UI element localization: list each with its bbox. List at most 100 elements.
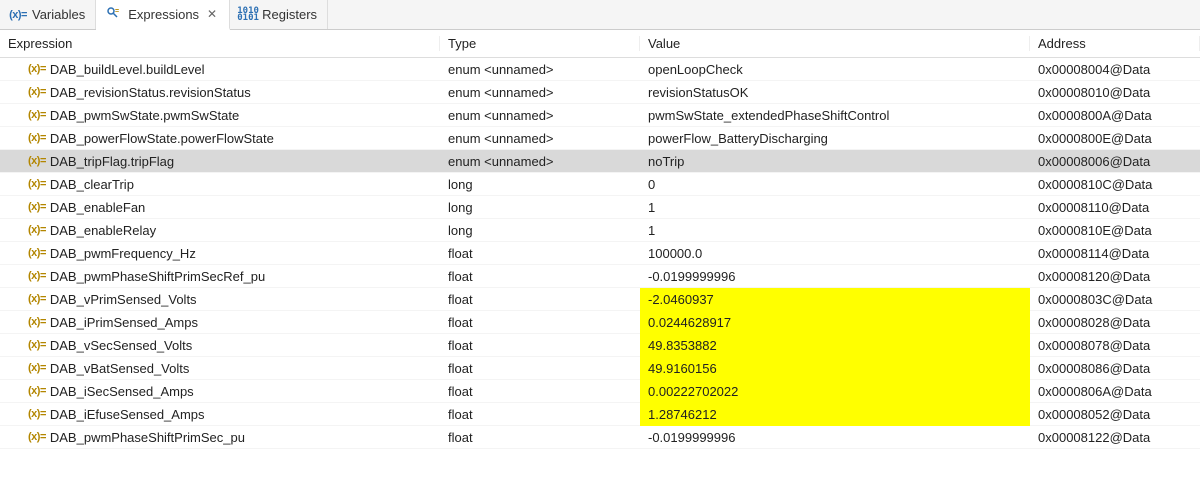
- tab-expressions[interactable]: = Expressions ✕: [96, 0, 230, 30]
- expression-cell: (x)= DAB_vSecSensed_Volts: [0, 338, 440, 353]
- table-row[interactable]: (x)= DAB_vSecSensed_Volts float49.83538820…: [0, 334, 1200, 357]
- table-row[interactable]: (x)= DAB_iSecSensed_Amps float0.0022270202…: [0, 380, 1200, 403]
- variables-icon: (x)=: [10, 7, 26, 23]
- type-cell: float: [440, 384, 640, 399]
- value-cell[interactable]: 0.00222702022: [640, 380, 1030, 403]
- table-row[interactable]: (x)=DAB_pwmSwState.pwmSwStateenum <unnam…: [0, 104, 1200, 127]
- address-cell: 0x00008010@Data: [1030, 85, 1200, 100]
- table-row[interactable]: (x)=DAB_vPrimSensed_Voltsfloat-2.0460937…: [0, 288, 1200, 311]
- type-cell: float: [440, 269, 640, 284]
- value-cell[interactable]: powerFlow_BatteryDischarging: [640, 131, 1030, 146]
- expression-name: DAB_vSecSensed_Volts: [50, 338, 192, 353]
- value-cell[interactable]: revisionStatusOK: [640, 85, 1030, 100]
- expression-cell: (x)=DAB_powerFlowState.powerFlowState: [0, 131, 440, 146]
- address-cell: 0x00008078@Data: [1030, 338, 1200, 353]
- expression-cell: (x)=DAB_pwmFrequency_Hz: [0, 246, 440, 261]
- address-cell: 0x0000806A@Data: [1030, 384, 1200, 399]
- value-cell[interactable]: -0.0199999996: [640, 430, 1030, 445]
- value-text: 0.00222702022: [640, 380, 1030, 403]
- type-cell: long: [440, 200, 640, 215]
- expression-name: DAB_pwmPhaseShiftPrimSec_pu: [50, 430, 245, 445]
- value-cell[interactable]: 100000.0: [640, 246, 1030, 261]
- type-cell: float: [440, 338, 640, 353]
- expression-name: DAB_enableFan: [50, 200, 145, 215]
- value-cell[interactable]: 0: [640, 177, 1030, 192]
- expression-name: DAB_powerFlowState.powerFlowState: [50, 131, 274, 146]
- expression-cell: (x)=DAB_buildLevel.buildLevel: [0, 62, 440, 77]
- value-cell[interactable]: noTrip: [640, 154, 1030, 169]
- expressions-icon: =: [106, 6, 122, 22]
- table-row[interactable]: (x)=DAB_tripFlag.tripFlagenum <unnamed>n…: [0, 150, 1200, 173]
- address-cell: 0x0000803C@Data: [1030, 292, 1200, 307]
- address-cell: 0x0000810C@Data: [1030, 177, 1200, 192]
- value-cell[interactable]: 1: [640, 223, 1030, 238]
- value-text: 1: [640, 200, 663, 215]
- header-type[interactable]: Type: [440, 36, 640, 51]
- table-row[interactable]: (x)=DAB_clearTriplong00x0000810C@Data: [0, 173, 1200, 196]
- table-row[interactable]: (x)=DAB_vBatSensed_Voltsfloat49.91601560…: [0, 357, 1200, 380]
- expression-icon: (x)=: [28, 408, 46, 420]
- table-row[interactable]: (x)=DAB_powerFlowState.powerFlowStateenu…: [0, 127, 1200, 150]
- address-cell: 0x00008110@Data: [1030, 200, 1200, 215]
- table-row[interactable]: (x)=DAB_revisionStatus.revisionStatusenu…: [0, 81, 1200, 104]
- type-cell: enum <unnamed>: [440, 131, 640, 146]
- address-cell: 0x00008114@Data: [1030, 246, 1200, 261]
- table-row[interactable]: (x)=DAB_iEfuseSensed_Ampsfloat1.28746212…: [0, 403, 1200, 426]
- type-cell: float: [440, 407, 640, 422]
- value-cell[interactable]: 1: [640, 200, 1030, 215]
- expression-icon: (x)=: [28, 270, 46, 282]
- tab-variables[interactable]: (x)= Variables: [0, 0, 96, 29]
- value-text: -0.0199999996: [640, 269, 743, 284]
- expression-name: DAB_iPrimSensed_Amps: [50, 315, 198, 330]
- expression-cell: (x)=DAB_clearTrip: [0, 177, 440, 192]
- table-row[interactable]: (x)=DAB_buildLevel.buildLevelenum <unnam…: [0, 58, 1200, 81]
- tab-label: Expressions: [128, 7, 199, 22]
- expression-icon: (x)=: [28, 63, 46, 75]
- expressions-table: (x)=DAB_buildLevel.buildLevelenum <unnam…: [0, 58, 1200, 449]
- value-cell[interactable]: -0.0199999996: [640, 269, 1030, 284]
- value-cell[interactable]: openLoopCheck: [640, 62, 1030, 77]
- address-cell: 0x0000810E@Data: [1030, 223, 1200, 238]
- table-row[interactable]: (x)=DAB_pwmPhaseShiftPrimSec_pufloat-0.0…: [0, 426, 1200, 449]
- value-cell[interactable]: 0.0244628917: [640, 311, 1030, 334]
- header-address[interactable]: Address: [1030, 36, 1200, 51]
- expression-icon: (x)=: [28, 431, 46, 443]
- table-row[interactable]: (x)=DAB_enableRelaylong10x0000810E@Data: [0, 219, 1200, 242]
- expression-cell: (x)=DAB_vBatSensed_Volts: [0, 361, 440, 376]
- value-cell[interactable]: -2.0460937: [640, 288, 1030, 311]
- expression-cell: (x)= DAB_pwmPhaseShiftPrimSec_pu: [0, 430, 440, 445]
- column-headers: Expression Type Value Address: [0, 30, 1200, 58]
- expression-icon: (x)=: [28, 109, 46, 121]
- close-icon[interactable]: ✕: [205, 7, 219, 21]
- expression-icon: (x)=: [28, 362, 46, 374]
- table-row[interactable]: (x)=DAB_enableFanlong10x00008110@Data: [0, 196, 1200, 219]
- value-text: 49.9160156: [640, 357, 1030, 380]
- header-expression[interactable]: Expression: [0, 36, 440, 51]
- value-text: pwmSwState_extendedPhaseShiftControl: [640, 108, 897, 123]
- value-text: 49.8353882: [640, 334, 1030, 357]
- table-row[interactable]: (x)=DAB_iPrimSensed_Ampsfloat0.024462891…: [0, 311, 1200, 334]
- expression-name: DAB_iSecSensed_Amps: [50, 384, 194, 399]
- expression-name: DAB_pwmSwState.pwmSwState: [50, 108, 239, 123]
- header-value[interactable]: Value: [640, 36, 1030, 51]
- table-row[interactable]: (x)=DAB_pwmPhaseShiftPrimSecRef_pufloat-…: [0, 265, 1200, 288]
- value-cell[interactable]: pwmSwState_extendedPhaseShiftControl: [640, 108, 1030, 123]
- tab-label: Variables: [32, 7, 85, 22]
- expression-icon: (x)=: [28, 339, 46, 351]
- expression-cell: (x)=DAB_enableRelay: [0, 223, 440, 238]
- table-row[interactable]: (x)=DAB_pwmFrequency_Hzfloat100000.00x00…: [0, 242, 1200, 265]
- type-cell: float: [440, 246, 640, 261]
- tab-bar: (x)= Variables = Expressions ✕ 10100101 …: [0, 0, 1200, 30]
- type-cell: float: [440, 292, 640, 307]
- type-cell: enum <unnamed>: [440, 85, 640, 100]
- expression-icon: (x)=: [28, 224, 46, 236]
- value-cell[interactable]: 49.8353882: [640, 334, 1030, 357]
- expression-icon: (x)=: [28, 385, 46, 397]
- value-cell[interactable]: 1.28746212: [640, 403, 1030, 426]
- expression-icon: (x)=: [28, 155, 46, 167]
- address-cell: 0x00008006@Data: [1030, 154, 1200, 169]
- tab-registers[interactable]: 10100101 Registers: [230, 0, 328, 29]
- expression-icon: (x)=: [28, 247, 46, 259]
- value-cell[interactable]: 49.9160156: [640, 357, 1030, 380]
- expression-icon: (x)=: [28, 178, 46, 190]
